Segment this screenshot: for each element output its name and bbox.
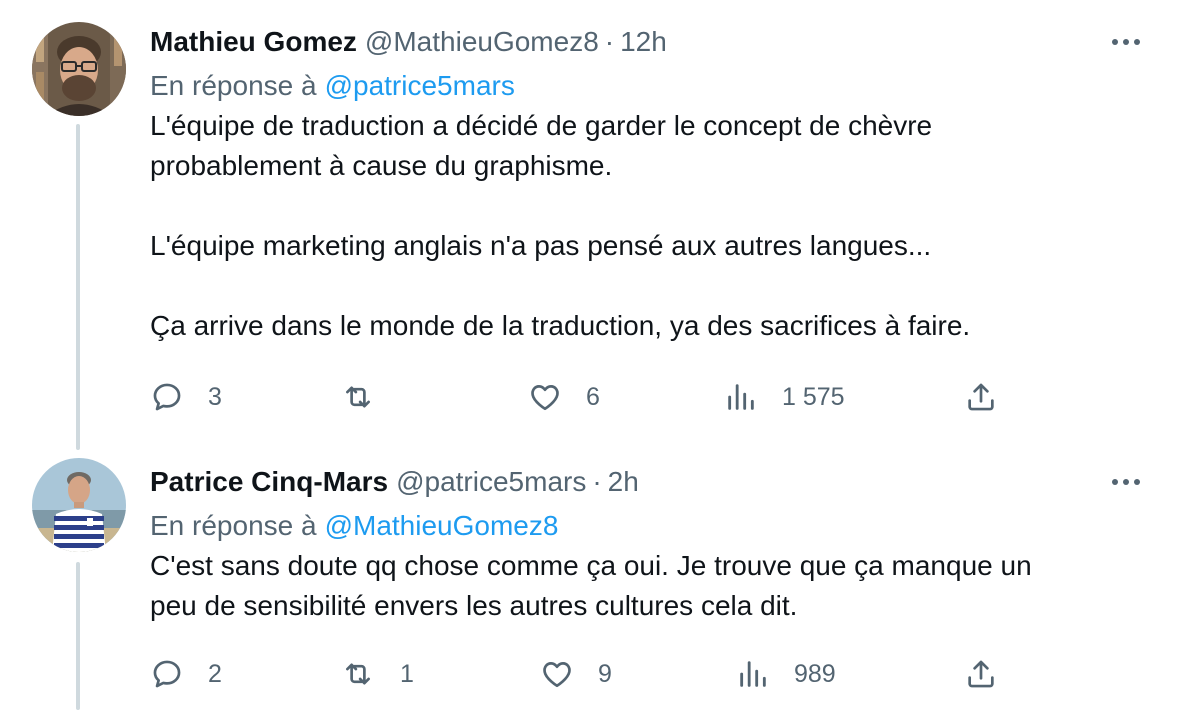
like-button[interactable]: 9	[540, 654, 612, 694]
timestamp[interactable]: 2h	[608, 466, 639, 498]
views-count: 1 575	[782, 382, 845, 411]
retweet-icon	[346, 663, 370, 685]
share-button[interactable]	[964, 377, 998, 417]
share-button[interactable]	[964, 654, 998, 694]
retweet-button[interactable]: 1	[340, 654, 414, 694]
author-name[interactable]: Patrice Cinq-Mars	[150, 466, 388, 498]
retweet-button[interactable]	[340, 377, 376, 417]
reply-count: 3	[208, 382, 222, 411]
thread-connector-line	[76, 124, 80, 450]
ellipsis-icon	[1112, 39, 1140, 45]
reply-context: En réponse à @patrice5mars	[150, 66, 1146, 106]
tweet-header: Patrice Cinq-Mars @patrice5mars · 2h	[150, 462, 1146, 502]
retweet-icon	[346, 386, 370, 408]
tweet[interactable]: Patrice Cinq-Mars @patrice5mars · 2h En …	[0, 450, 1186, 710]
reply-icon	[153, 383, 181, 411]
avatar[interactable]	[32, 22, 126, 116]
reply-to-mention[interactable]: @patrice5mars	[325, 70, 515, 102]
tweet-actions: 2 1 9 989	[150, 654, 1010, 694]
reply-context: En réponse à @MathieuGomez8	[150, 506, 1146, 546]
views-button[interactable]: 989	[736, 654, 836, 694]
more-options-button[interactable]	[1106, 22, 1146, 62]
tweet-header: Mathieu Gomez @MathieuGomez8 · 12h	[150, 22, 1146, 62]
analytics-icon	[728, 384, 754, 410]
tweet-actions: 3 6 1 575	[150, 377, 1010, 417]
views-count: 989	[794, 659, 836, 688]
reply-to-mention[interactable]: @MathieuGomez8	[325, 510, 559, 542]
tweet-text: L'équipe de traduction a décidé de garde…	[150, 110, 971, 341]
bearded-man-avatar-icon	[32, 22, 126, 116]
separator-dot: ·	[604, 26, 615, 57]
author-handle[interactable]: @patrice5mars	[396, 466, 586, 498]
reply-icon	[153, 660, 181, 688]
tweet[interactable]: Mathieu Gomez @MathieuGomez8 · 12h En ré…	[0, 0, 1186, 450]
share-icon	[968, 383, 994, 411]
share-icon	[968, 660, 994, 688]
reply-button[interactable]: 2	[150, 654, 222, 694]
author-handle[interactable]: @MathieuGomez8	[365, 26, 599, 58]
heart-icon	[531, 385, 559, 411]
separator-dot: ·	[592, 466, 602, 497]
reply-button[interactable]: 3	[150, 377, 222, 417]
more-options-button[interactable]	[1106, 462, 1146, 502]
analytics-icon	[740, 661, 766, 687]
reply-count: 2	[208, 659, 222, 688]
heart-icon	[543, 662, 571, 688]
striped-shirt-man-avatar-icon	[32, 458, 126, 552]
timestamp[interactable]: 12h	[620, 26, 667, 58]
views-button[interactable]: 1 575	[724, 377, 845, 417]
reply-prefix: En réponse à	[150, 510, 317, 541]
like-button[interactable]: 6	[528, 377, 600, 417]
reply-thread: Mathieu Gomez @MathieuGomez8 · 12h En ré…	[0, 0, 1186, 710]
tweet-text: C'est sans doute qq chose comme ça oui. …	[150, 550, 1032, 621]
avatar[interactable]	[32, 458, 126, 552]
retweet-count: 1	[400, 659, 414, 688]
like-count: 6	[586, 382, 600, 411]
ellipsis-icon	[1112, 479, 1140, 485]
thread-connector-line	[76, 562, 80, 710]
author-name[interactable]: Mathieu Gomez	[150, 26, 357, 58]
like-count: 9	[598, 659, 612, 688]
reply-prefix: En réponse à	[150, 70, 317, 101]
